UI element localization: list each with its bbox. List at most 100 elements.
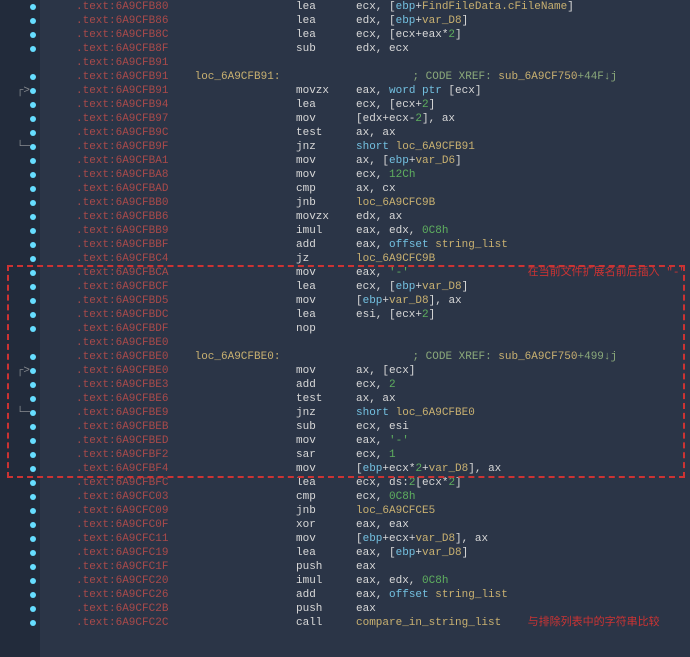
annotation: 在当前文件扩展名前后插入 "-" [528,266,686,280]
disasm-row[interactable]: .text:6A9CFBCFleaecx, [ebp+var_D8] [0,280,690,294]
row-gutter-icons [0,550,40,556]
disasm-row[interactable]: .text:6A9CFBB6movzxedx, ax [0,210,690,224]
row-gutter-icons: ┌> [0,364,40,378]
address: .text:6A9CFBB0 [76,196,188,210]
mnemonic: jz [296,252,356,266]
disasm-row[interactable]: .text:6A9CFC26addeax, offset string_list [0,588,690,602]
address: .text:6A9CFB8F [76,42,188,56]
address: .text:6A9CFC1F [76,560,188,574]
disasm-row[interactable]: .text:6A9CFC0Fxoreax, eax [0,518,690,532]
mnemonic: jnz [296,406,356,420]
disasm-row[interactable]: .text:6A9CFB8Fsubedx, ecx [0,42,690,56]
disasm-row[interactable]: ┌>.text:6A9CFB91movzxeax, word ptr [ecx] [0,84,690,98]
disasm-row[interactable]: .text:6A9CFB91 loc_6A9CFB91: ; CODE XREF… [0,70,690,84]
row-gutter-icons [0,18,40,24]
address: .text:6A9CFBC4 [76,252,188,266]
disasm-row[interactable]: .text:6A9CFBE3addecx, 2 [0,378,690,392]
mnemonic: sub [296,420,356,434]
disasm-row[interactable]: .text:6A9CFC11mov[ebp+ecx+var_D8], ax [0,532,690,546]
address: .text:6A9CFC19 [76,546,188,560]
address: .text:6A9CFBFC [76,476,188,490]
disasm-row[interactable]: .text:6A9CFBBFaddeax, offset string_list [0,238,690,252]
disasm-row[interactable]: .text:6A9CFBB0jnbloc_6A9CFC9B [0,196,690,210]
disasm-row[interactable]: .text:6A9CFBADcmpax, cx [0,182,690,196]
disasm-row[interactable]: .text:6A9CFC2Bpusheax [0,602,690,616]
address: .text:6A9CFC0F [76,518,188,532]
address: .text:6A9CFBA8 [76,168,188,182]
address: .text:6A9CFC11 [76,532,188,546]
operands: edx, ax [356,210,402,224]
disasm-row[interactable]: .text:6A9CFB80leaecx, [ebp+FindFileData.… [0,0,690,14]
row-gutter-icons [0,172,40,178]
row-gutter-icons [0,592,40,598]
address: .text:6A9CFBA1 [76,154,188,168]
operands: ax, cx [356,182,396,196]
mnemonic: imul [296,574,356,588]
disasm-row[interactable]: .text:6A9CFC19leaeax, [ebp+var_D8] [0,546,690,560]
disasm-row[interactable]: .text:6A9CFC1Fpusheax [0,560,690,574]
operands: loc_6A9CFCE5 [356,504,435,518]
address: .text:6A9CFBD5 [76,294,188,308]
operands: ax, ax [356,126,396,140]
address: .text:6A9CFC03 [76,490,188,504]
mnemonic: test [296,392,356,406]
row-gutter-icons [0,424,40,430]
mnemonic: lea [296,280,356,294]
disasm-row[interactable]: └─.text:6A9CFB9Fjnzshort loc_6A9CFB91 [0,140,690,154]
disasm-row[interactable]: └─.text:6A9CFBE9jnzshort loc_6A9CFBE0 [0,406,690,420]
mnemonic: mov [296,434,356,448]
disasm-row[interactable]: .text:6A9CFB86leaedx, [ebp+var_D8] [0,14,690,28]
disasm-row[interactable]: .text:6A9CFBEBsubecx, esi [0,420,690,434]
address: .text:6A9CFBCA [76,266,188,280]
disasm-row[interactable]: .text:6A9CFBDCleaesi, [ecx+2] [0,308,690,322]
address: .text:6A9CFBF4 [76,462,188,476]
disasm-row[interactable]: .text:6A9CFC20imuleax, edx, 0C8h [0,574,690,588]
row-gutter-icons [0,32,40,38]
address: .text:6A9CFBE0 [76,364,188,378]
disasm-row[interactable]: .text:6A9CFBE6testax, ax [0,392,690,406]
row-gutter-icons [0,4,40,10]
disasm-row[interactable]: .text:6A9CFBB9imuleax, edx, 0C8h [0,224,690,238]
operands: ax, [ecx] [356,364,415,378]
disasm-row[interactable]: .text:6A9CFBEDmoveax, '-' [0,434,690,448]
disasm-row[interactable]: .text:6A9CFBF4mov[ebp+ecx*2+var_D8], ax [0,462,690,476]
disasm-row[interactable]: .text:6A9CFBFCleaecx, ds:2[ecx*2] [0,476,690,490]
mnemonic: lea [296,14,356,28]
disasm-row[interactable]: .text:6A9CFBE0 [0,336,690,350]
address: .text:6A9CFB9F [76,140,188,154]
disasm-row[interactable]: .text:6A9CFB9Ctestax, ax [0,126,690,140]
disasm-row[interactable]: .text:6A9CFB97mov[edx+ecx-2], ax [0,112,690,126]
disasm-row[interactable]: .text:6A9CFBA1movax, [ebp+var_D6] [0,154,690,168]
disasm-row[interactable]: .text:6A9CFB8Cleaecx, [ecx+eax*2] [0,28,690,42]
operands: eax, offset string_list [356,238,508,252]
address: .text:6A9CFB97 [76,112,188,126]
disasm-row[interactable]: .text:6A9CFC03cmpecx, 0C8h [0,490,690,504]
mnemonic: jnb [296,196,356,210]
operands: eax, [ebp+var_D8] [356,546,468,560]
mnemonic: mov [296,462,356,476]
disasm-row[interactable]: .text:6A9CFBF2sarecx, 1 [0,448,690,462]
row-gutter-icons [0,396,40,402]
disasm-row[interactable]: .text:6A9CFBD5mov[ebp+var_D8], ax [0,294,690,308]
disasm-row[interactable]: ┌>.text:6A9CFBE0movax, [ecx] [0,364,690,378]
disasm-row[interactable]: .text:6A9CFB91 [0,56,690,70]
disasm-row[interactable]: .text:6A9CFBC4jzloc_6A9CFC9B [0,252,690,266]
code-xref: ; CODE XREF: sub_6A9CF750+44F↓j [412,70,617,84]
disasm-row[interactable]: .text:6A9CFBE0 loc_6A9CFBE0: ; CODE XREF… [0,350,690,364]
disasm-row[interactable]: .text:6A9CFB94leaecx, [ecx+2] [0,98,690,112]
row-gutter-icons [0,74,40,80]
mnemonic: mov [296,532,356,546]
disasm-row[interactable]: .text:6A9CFBDFnop [0,322,690,336]
disassembly-listing[interactable]: .text:6A9CFB80leaecx, [ebp+FindFileData.… [0,0,690,630]
disasm-row[interactable]: .text:6A9CFC09jnbloc_6A9CFCE5 [0,504,690,518]
disasm-row[interactable]: .text:6A9CFBCAmoveax, '-' 在当前文件扩展名前后插入 "… [0,266,690,280]
mnemonic: call [296,616,356,630]
address: .text:6A9CFBF2 [76,448,188,462]
disasm-row[interactable]: .text:6A9CFBA8movecx, 12Ch [0,168,690,182]
address: .text:6A9CFB8C [76,28,188,42]
address: .text:6A9CFBE0 [76,350,188,364]
disasm-row[interactable]: .text:6A9CFC2Ccallcompare_in_string_list… [0,616,690,630]
operands: ecx, 12Ch [356,168,415,182]
operands: [ebp+var_D8], ax [356,294,462,308]
code-xref: ; CODE XREF: sub_6A9CF750+499↓j [412,350,617,364]
